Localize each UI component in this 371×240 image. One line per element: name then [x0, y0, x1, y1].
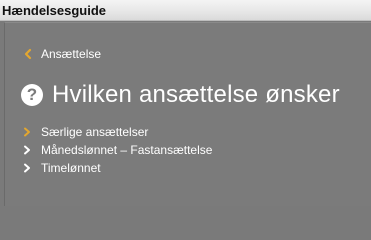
chevron-left-icon [24, 48, 32, 60]
question-text: Hvilken ansættelse ønsker [52, 81, 340, 108]
option-saerlige-ansaettelser[interactable]: Særlige ansættelser [22, 123, 212, 141]
option-label: Særlige ansættelser [41, 125, 149, 139]
option-maanedsloennet-fastansaettelse[interactable]: Månedslønnet – Fastansættelse [22, 141, 212, 159]
option-label: Månedslønnet – Fastansættelse [41, 143, 213, 157]
window-title: Hændelsesguide [2, 2, 107, 18]
question-circle-icon: ? [21, 84, 43, 106]
guide-panel: Ansættelse ? Hvilken ansættelse ønsker S… [4, 22, 371, 206]
guide-window: Hændelsesguide Ansættelse ? Hvilken ansæ… [0, 0, 371, 206]
chevron-right-icon [24, 145, 30, 155]
chevron-right-icon [24, 127, 30, 137]
question-heading: ? Hvilken ansættelse ønsker [21, 81, 340, 109]
title-bar: Hændelsesguide [0, 0, 371, 21]
option-label: Timelønnet [41, 161, 101, 175]
option-list: Særlige ansættelser Månedslønnet – Fasta… [22, 123, 212, 177]
option-timeloennet[interactable]: Timelønnet [22, 159, 212, 177]
chevron-right-icon [24, 163, 30, 173]
back-link-ansaettelse[interactable]: Ansættelse [22, 47, 101, 61]
back-link-label: Ansættelse [41, 47, 102, 61]
